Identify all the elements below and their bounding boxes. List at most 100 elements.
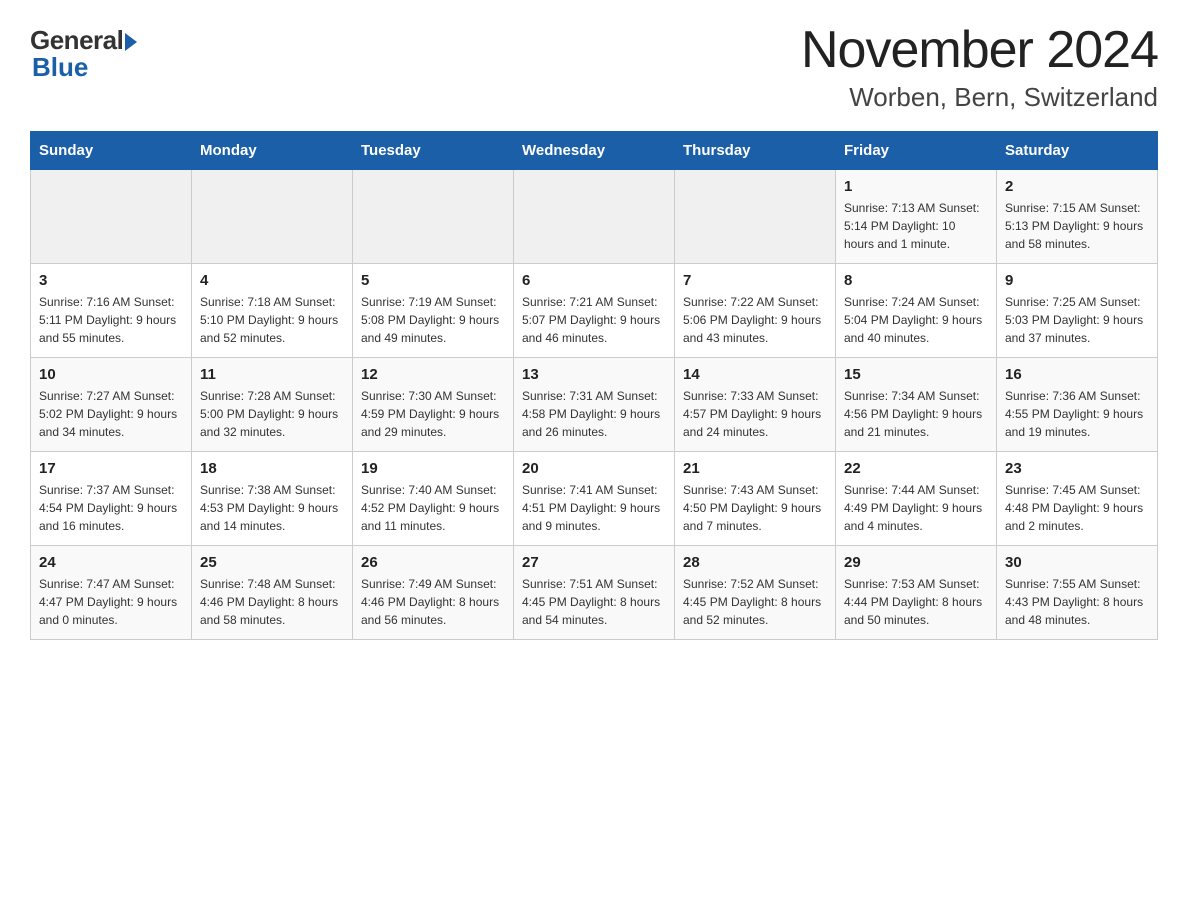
location-title: Worben, Bern, Switzerland [801,82,1158,113]
calendar-header-friday: Friday [836,132,997,170]
calendar-week-row: 3 Sunrise: 7:16 AM Sunset: 5:11 PM Daylig… [31,264,1158,358]
day-number: 1 [844,178,988,195]
day-info: Sunrise: 7:53 AM Sunset: 4:44 PM Dayligh… [844,575,988,629]
calendar-week-row: 10 Sunrise: 7:27 AM Sunset: 5:02 PM Dayli… [31,358,1158,452]
calendar-cell: 18 Sunrise: 7:38 AM Sunset: 4:53 PM Dayli… [192,452,353,546]
calendar-cell: 26 Sunrise: 7:49 AM Sunset: 4:46 PM Dayli… [353,546,514,640]
logo: General Blue [30,20,137,83]
calendar-cell: 29 Sunrise: 7:53 AM Sunset: 4:44 PM Dayli… [836,546,997,640]
calendar-cell: 9 Sunrise: 7:25 AM Sunset: 5:03 PM Daylig… [997,264,1158,358]
calendar-cell: 17 Sunrise: 7:37 AM Sunset: 4:54 PM Dayli… [31,452,192,546]
day-number: 3 [39,272,183,289]
calendar-cell: 5 Sunrise: 7:19 AM Sunset: 5:08 PM Daylig… [353,264,514,358]
day-info: Sunrise: 7:51 AM Sunset: 4:45 PM Dayligh… [522,575,666,629]
day-number: 10 [39,366,183,383]
calendar-header-saturday: Saturday [997,132,1158,170]
logo-blue-text: Blue [30,52,88,83]
day-number: 12 [361,366,505,383]
day-number: 22 [844,460,988,477]
day-info: Sunrise: 7:15 AM Sunset: 5:13 PM Dayligh… [1005,199,1149,253]
day-info: Sunrise: 7:40 AM Sunset: 4:52 PM Dayligh… [361,481,505,535]
day-info: Sunrise: 7:25 AM Sunset: 5:03 PM Dayligh… [1005,293,1149,347]
calendar-week-row: 24 Sunrise: 7:47 AM Sunset: 4:47 PM Dayli… [31,546,1158,640]
day-info: Sunrise: 7:16 AM Sunset: 5:11 PM Dayligh… [39,293,183,347]
day-info: Sunrise: 7:19 AM Sunset: 5:08 PM Dayligh… [361,293,505,347]
calendar-cell: 11Sunrise: 7:28 AM Sunset: 5:00 PM Dayli… [192,358,353,452]
calendar-cell: 15 Sunrise: 7:34 AM Sunset: 4:56 PM Dayli… [836,358,997,452]
calendar-cell [514,170,675,264]
day-number: 5 [361,272,505,289]
day-info: Sunrise: 7:37 AM Sunset: 4:54 PM Dayligh… [39,481,183,535]
day-number: 24 [39,554,183,571]
calendar-cell: 16 Sunrise: 7:36 AM Sunset: 4:55 PM Dayli… [997,358,1158,452]
day-info: Sunrise: 7:31 AM Sunset: 4:58 PM Dayligh… [522,387,666,441]
day-number: 28 [683,554,827,571]
calendar-header-wednesday: Wednesday [514,132,675,170]
day-number: 9 [1005,272,1149,289]
calendar-week-row: 17 Sunrise: 7:37 AM Sunset: 4:54 PM Dayli… [31,452,1158,546]
calendar-cell: 24 Sunrise: 7:47 AM Sunset: 4:47 PM Dayli… [31,546,192,640]
day-number: 13 [522,366,666,383]
calendar-cell [675,170,836,264]
day-number: 17 [39,460,183,477]
month-title: November 2024 [801,20,1158,80]
calendar-cell: 2 Sunrise: 7:15 AM Sunset: 5:13 PM Daylig… [997,170,1158,264]
calendar-header-row: SundayMondayTuesdayWednesdayThursdayFrid… [31,132,1158,170]
day-info: Sunrise: 7:27 AM Sunset: 5:02 PM Dayligh… [39,387,183,441]
day-info: Sunrise: 7:52 AM Sunset: 4:45 PM Dayligh… [683,575,827,629]
day-number: 11 [200,366,344,383]
calendar-cell: 3 Sunrise: 7:16 AM Sunset: 5:11 PM Daylig… [31,264,192,358]
day-info: Sunrise: 7:47 AM Sunset: 4:47 PM Dayligh… [39,575,183,629]
day-info: Sunrise: 7:45 AM Sunset: 4:48 PM Dayligh… [1005,481,1149,535]
day-info: Sunrise: 7:21 AM Sunset: 5:07 PM Dayligh… [522,293,666,347]
calendar-cell: 4 Sunrise: 7:18 AM Sunset: 5:10 PM Daylig… [192,264,353,358]
calendar-cell: 25Sunrise: 7:48 AM Sunset: 4:46 PM Dayli… [192,546,353,640]
day-info: Sunrise: 7:44 AM Sunset: 4:49 PM Dayligh… [844,481,988,535]
day-number: 14 [683,366,827,383]
calendar-cell: 8 Sunrise: 7:24 AM Sunset: 5:04 PM Daylig… [836,264,997,358]
calendar-cell: 13 Sunrise: 7:31 AM Sunset: 4:58 PM Dayli… [514,358,675,452]
day-number: 6 [522,272,666,289]
day-info: Sunrise: 7:30 AM Sunset: 4:59 PM Dayligh… [361,387,505,441]
day-number: 4 [200,272,344,289]
calendar-cell [31,170,192,264]
day-number: 20 [522,460,666,477]
day-number: 21 [683,460,827,477]
calendar-cell: 21Sunrise: 7:43 AM Sunset: 4:50 PM Dayli… [675,452,836,546]
day-number: 19 [361,460,505,477]
day-number: 8 [844,272,988,289]
page-header: General Blue November 2024 Worben, Bern,… [30,20,1158,113]
calendar-header-tuesday: Tuesday [353,132,514,170]
day-info: Sunrise: 7:24 AM Sunset: 5:04 PM Dayligh… [844,293,988,347]
title-block: November 2024 Worben, Bern, Switzerland [801,20,1158,113]
day-number: 16 [1005,366,1149,383]
day-number: 2 [1005,178,1149,195]
day-number: 18 [200,460,344,477]
calendar-table: SundayMondayTuesdayWednesdayThursdayFrid… [30,131,1158,640]
day-info: Sunrise: 7:38 AM Sunset: 4:53 PM Dayligh… [200,481,344,535]
calendar-cell: 14 Sunrise: 7:33 AM Sunset: 4:57 PM Dayli… [675,358,836,452]
day-number: 23 [1005,460,1149,477]
day-info: Sunrise: 7:34 AM Sunset: 4:56 PM Dayligh… [844,387,988,441]
calendar-cell: 22 Sunrise: 7:44 AM Sunset: 4:49 PM Dayli… [836,452,997,546]
day-number: 15 [844,366,988,383]
calendar-cell: 28 Sunrise: 7:52 AM Sunset: 4:45 PM Dayli… [675,546,836,640]
day-info: Sunrise: 7:41 AM Sunset: 4:51 PM Dayligh… [522,481,666,535]
day-info: Sunrise: 7:49 AM Sunset: 4:46 PM Dayligh… [361,575,505,629]
calendar-cell: 1 Sunrise: 7:13 AM Sunset: 5:14 PM Daylig… [836,170,997,264]
calendar-cell [353,170,514,264]
day-info: Sunrise: 7:22 AM Sunset: 5:06 PM Dayligh… [683,293,827,347]
day-number: 7 [683,272,827,289]
day-info: Sunrise: 7:36 AM Sunset: 4:55 PM Dayligh… [1005,387,1149,441]
calendar-cell: 20 Sunrise: 7:41 AM Sunset: 4:51 PM Dayli… [514,452,675,546]
day-number: 26 [361,554,505,571]
calendar-week-row: 1 Sunrise: 7:13 AM Sunset: 5:14 PM Daylig… [31,170,1158,264]
day-number: 29 [844,554,988,571]
day-info: Sunrise: 7:33 AM Sunset: 4:57 PM Dayligh… [683,387,827,441]
day-info: Sunrise: 7:13 AM Sunset: 5:14 PM Dayligh… [844,199,988,253]
calendar-cell: 30Sunrise: 7:55 AM Sunset: 4:43 PM Dayli… [997,546,1158,640]
day-info: Sunrise: 7:18 AM Sunset: 5:10 PM Dayligh… [200,293,344,347]
calendar-cell: 23 Sunrise: 7:45 AM Sunset: 4:48 PM Dayli… [997,452,1158,546]
day-info: Sunrise: 7:48 AM Sunset: 4:46 PM Dayligh… [200,575,344,629]
day-info: Sunrise: 7:55 AM Sunset: 4:43 PM Dayligh… [1005,575,1149,629]
